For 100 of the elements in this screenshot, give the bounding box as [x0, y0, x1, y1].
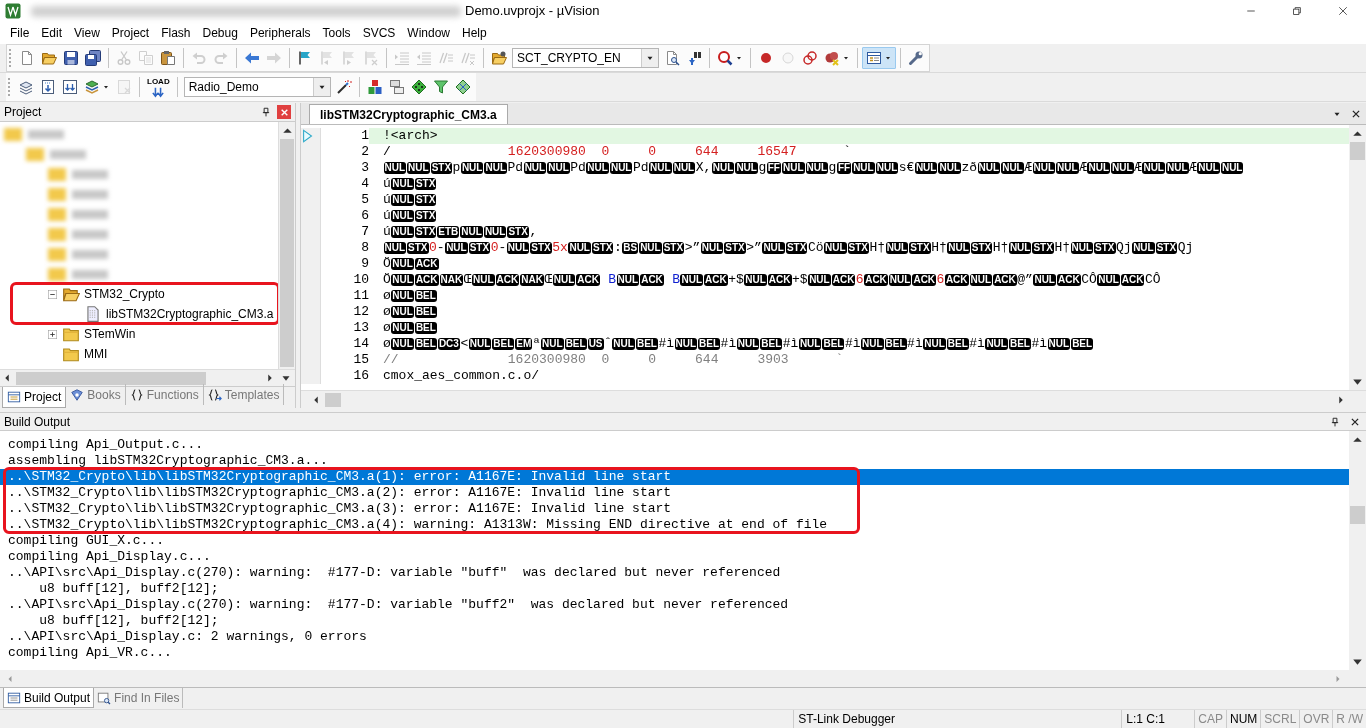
scrollbar[interactable]: [1349, 125, 1366, 390]
output-line[interactable]: u8 buff[12], buff2[12];: [0, 613, 1349, 629]
control-char-badge: ACK: [704, 274, 728, 286]
scrollbar[interactable]: [278, 122, 295, 369]
menu-item[interactable]: Project: [105, 24, 156, 42]
control-char-badge: NUL: [460, 226, 483, 238]
page-down-arrows-icon: [62, 79, 78, 95]
panel-tab[interactable]: Find In Files: [94, 688, 184, 708]
control-char-badge: ACK: [1056, 274, 1081, 286]
close-icon: [1350, 416, 1360, 427]
code-number: 0: [429, 239, 437, 258]
flag-arrow-icon: [341, 50, 357, 66]
scrollbar[interactable]: [0, 670, 1366, 687]
menu-item[interactable]: Debug: [196, 24, 244, 42]
code-text: B: [671, 271, 680, 290]
control-char-badge: STX: [909, 242, 931, 254]
control-char-badge: ACK: [831, 274, 856, 286]
output-line[interactable]: ..\API\src\Api_Display.c(270): warning: #177-D: variable "buff2" was declared but never referenced: [0, 597, 1349, 613]
menu-item[interactable]: Edit: [35, 24, 69, 42]
output-line[interactable]: ..\API\src\Api_Display.c: 2 warnings, 0 errors: [0, 629, 1349, 645]
code-text: ø: [383, 287, 391, 306]
tree-item[interactable]: libSTM32Cryptographic_CM3.a: [106, 305, 274, 323]
scrollbar-thumb[interactable]: [16, 371, 206, 385]
code-text: :: [613, 239, 622, 258]
file-tab[interactable]: libSTM32Cryptographic_CM3.a: [309, 104, 508, 124]
control-char-badge: NUL: [885, 242, 909, 254]
folder-icon: [62, 285, 80, 303]
tree-item[interactable]: MMI: [84, 345, 108, 363]
output-line[interactable]: compiling Api_Display.c...: [0, 549, 1349, 565]
output-line[interactable]: ..\API\src\Api_Display.c(270): warning: #177-D: variable "buff" was declared but never referenced: [0, 565, 1349, 581]
control-char-badge: STX: [785, 242, 808, 254]
key-indicator: SCRL: [1260, 710, 1300, 728]
caret-icon: [735, 54, 743, 62]
toolbar-button[interactable]: LOAD: [144, 76, 173, 98]
close-icon: [279, 107, 289, 117]
control-char-badge: BEL: [414, 290, 437, 302]
control-char-badge: NUL: [1097, 274, 1120, 286]
scrollbar-thumb[interactable]: [280, 139, 294, 367]
scrollbar[interactable]: [301, 390, 1366, 408]
panel-tab[interactable]: Project: [2, 387, 67, 408]
line-number: 4: [360, 175, 369, 194]
blurred-tree-item: [48, 227, 108, 241]
output-line[interactable]: u8 buff[12], buff2[12];: [0, 581, 1349, 597]
blurred-tree-item: [48, 207, 108, 221]
menu-item[interactable]: Peripherals: [243, 24, 317, 42]
control-char-badge: NUL: [1197, 162, 1220, 174]
toolbar-button[interactable]: [82, 47, 104, 69]
code-text: ú: [383, 191, 391, 210]
code-text: >”: [746, 239, 762, 258]
output-line[interactable]: compiling Api_VR.c...: [0, 645, 1349, 661]
panel-tab[interactable]: Books: [66, 384, 126, 405]
panel-tab[interactable]: Functions: [125, 384, 204, 405]
left-arrow-icon: [244, 50, 260, 66]
output-line[interactable]: ..\STM32_Crypto\lib\libSTM32Cryptographic_CM3.a(3): error: A1167E: Invalid line start: [0, 501, 1349, 517]
menu-item[interactable]: Tools: [316, 24, 357, 42]
tree-item[interactable]: STM32_Crypto: [84, 285, 165, 303]
output-line[interactable]: assembling libSTM32Cryptographic_CM3.a...: [0, 453, 1349, 469]
output-line[interactable]: compiling GUI_X.c...: [0, 533, 1349, 549]
menu-item[interactable]: Window: [401, 24, 456, 42]
control-char-badge: BEL: [698, 338, 721, 350]
control-char-badge: NUL: [744, 274, 767, 286]
code-text: ø: [383, 319, 391, 338]
control-char-badge: NUL: [914, 162, 938, 174]
menu-item[interactable]: Help: [456, 24, 493, 42]
output-line[interactable]: compiling Api_Output.c...: [0, 437, 1349, 453]
control-char-badge: NUL: [483, 226, 507, 238]
scrollbar[interactable]: [0, 369, 295, 386]
code-text: Œ: [463, 271, 472, 290]
control-char-badge: NUL: [947, 242, 970, 254]
menu-item[interactable]: View: [68, 24, 106, 42]
flag-icon: [297, 50, 313, 66]
scrollbar-thumb[interactable]: [1350, 506, 1365, 524]
panel-tab[interactable]: Build Output: [3, 688, 95, 708]
scrollbar-thumb[interactable]: [1350, 142, 1365, 160]
control-char-badge: NUL: [649, 162, 672, 174]
code-number: 5x: [552, 239, 568, 258]
tree-item[interactable]: STemWin: [84, 325, 136, 343]
code-text: H†: [869, 239, 886, 258]
menu-item[interactable]: File: [4, 24, 36, 42]
scrollbar-thumb[interactable]: [325, 392, 341, 407]
menu-item[interactable]: Flash: [155, 24, 197, 42]
target-dropdown[interactable]: Radio_Demo: [183, 77, 331, 97]
book-icon: [70, 387, 85, 402]
output-line[interactable]: ..\STM32_Crypto\lib\libSTM32Cryptographic_CM3.a(4): warning: A1313W: Missing END directive at end of file: [0, 517, 1349, 533]
menu-item[interactable]: SVCS: [356, 24, 402, 42]
current-line-arrow-icon: [301, 129, 315, 143]
control-char-badge: STX: [414, 194, 437, 206]
code-text: !<arch>: [383, 127, 438, 146]
code-text: Qj: [1177, 239, 1194, 258]
panel-tab[interactable]: Templates: [203, 384, 285, 405]
control-char-badge: BEL: [946, 338, 969, 350]
target-dropdown[interactable]: SCT_CRYPTO_EN: [512, 48, 659, 68]
caret-icon: [884, 54, 892, 62]
control-char-badge: NUL: [506, 242, 530, 254]
control-char-badge: STX: [970, 242, 993, 254]
scrollbar[interactable]: [1349, 431, 1366, 670]
toolbar-button[interactable]: [862, 47, 896, 69]
folder-icon: [62, 345, 80, 363]
output-line[interactable]: ..\STM32_Crypto\lib\libSTM32Cryptographic_CM3.a(2): error: A1167E: Invalid line start: [0, 485, 1349, 501]
diamond-icon: [410, 79, 427, 95]
